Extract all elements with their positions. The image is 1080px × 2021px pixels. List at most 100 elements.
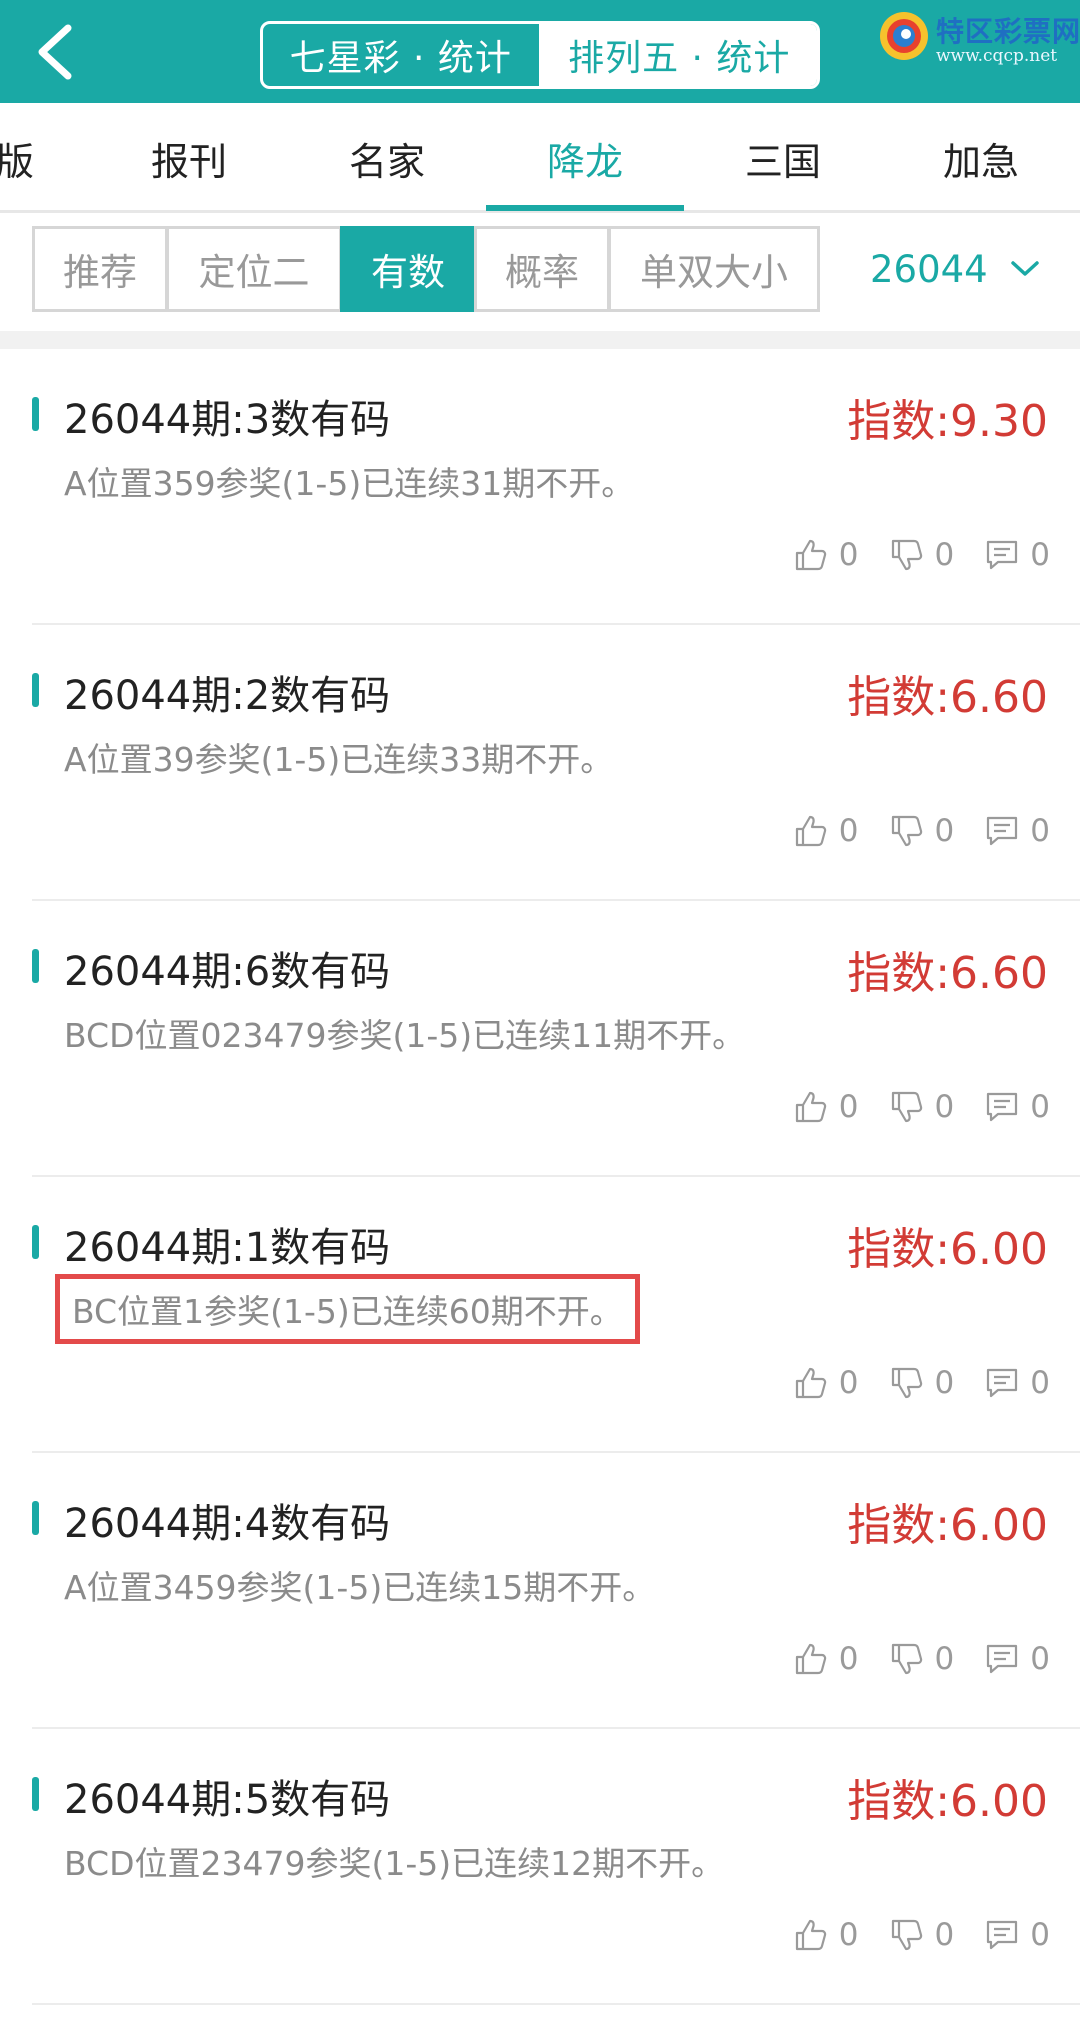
like-button[interactable]: 0 — [793, 1365, 859, 1401]
dislike-button[interactable]: 0 — [889, 1365, 955, 1401]
dislike-count: 0 — [934, 1365, 955, 1401]
list-item[interactable]: 26044期:1数有码 指数:6.00 BC位置1参奖(1-5)已连续60期不开… — [32, 1177, 1080, 1453]
comment-button[interactable]: 0 — [984, 1917, 1050, 1953]
list-item[interactable]: 26044期:4数有码 指数:6.00 A位置3459参奖(1-5)已连续15期… — [32, 1453, 1080, 1729]
comment-count: 0 — [1030, 1917, 1050, 1953]
dislike-count: 0 — [934, 813, 955, 849]
comment-icon — [987, 1368, 1018, 1398]
tab-baokan[interactable]: 报刊 — [90, 103, 288, 213]
comment-icon — [987, 540, 1018, 570]
dislike-button[interactable]: 0 — [889, 1089, 955, 1125]
segment-pailiewu[interactable]: 排列五 · 统计 — [541, 24, 817, 86]
title-accent-bar — [32, 1777, 39, 1811]
filter-youshu[interactable]: 有数 — [340, 226, 476, 312]
index-value: 指数:6.00 — [847, 1500, 1048, 1551]
card-title: 26044期:4数有码 — [64, 1501, 391, 1547]
comment-button[interactable]: 0 — [984, 1089, 1050, 1125]
lottery-switcher: 七星彩 · 统计 排列五 · 统计 — [260, 21, 820, 89]
card-actions: 0 0 0 — [763, 1917, 1050, 1953]
index-value: 指数:6.00 — [847, 1224, 1048, 1275]
comment-icon — [987, 1092, 1018, 1122]
card-actions: 0 0 0 — [763, 537, 1050, 573]
like-count: 0 — [838, 1917, 859, 1953]
issue-dropdown[interactable]: 26044 — [870, 226, 1040, 312]
thumbs-up-icon — [795, 1091, 826, 1123]
like-button[interactable]: 0 — [793, 1917, 859, 1953]
thumbs-up-icon — [795, 1367, 826, 1399]
tab-jiaji[interactable]: 加急 — [882, 103, 1080, 213]
card-description: A位置39参奖(1-5)已连续33期不开。 — [64, 740, 614, 779]
tab-xianglong[interactable]: 降龙 — [486, 103, 684, 213]
comment-button[interactable]: 0 — [984, 537, 1050, 573]
filter-bar: 推荐 定位二 有数 概率 单双大小 26044 — [0, 213, 1080, 331]
thumbs-down-icon — [891, 1919, 922, 1951]
comment-button[interactable]: 0 — [984, 1365, 1050, 1401]
card-actions: 0 0 0 — [763, 1641, 1050, 1677]
like-count: 0 — [838, 813, 859, 849]
filter-gailv[interactable]: 概率 — [474, 226, 610, 312]
card-title: 26044期:5数有码 — [64, 1777, 391, 1823]
thumbs-up-icon — [795, 1643, 826, 1675]
like-count: 0 — [838, 1365, 859, 1401]
title-accent-bar — [32, 397, 39, 431]
segment-qixingcai[interactable]: 七星彩 · 统计 — [263, 24, 542, 86]
thumbs-up-icon — [795, 1919, 826, 1951]
comment-count: 0 — [1030, 1089, 1050, 1125]
card-title: 26044期:2数有码 — [64, 673, 391, 719]
card-description: BCD位置023479参奖(1-5)已连续11期不开。 — [64, 1016, 746, 1055]
list-item[interactable]: 26044期:3数有码 指数:9.30 A位置359参奖(1-5)已连续31期不… — [32, 349, 1080, 625]
section-divider — [0, 331, 1080, 349]
like-button[interactable]: 0 — [793, 1089, 859, 1125]
card-description: A位置359参奖(1-5)已连续31期不开。 — [64, 464, 635, 503]
like-button[interactable]: 0 — [793, 813, 859, 849]
logo-swirl-icon — [880, 12, 928, 60]
recommendation-list: 26044期:3数有码 指数:9.30 A位置359参奖(1-5)已连续31期不… — [0, 349, 1080, 2005]
dislike-button[interactable]: 0 — [889, 1917, 955, 1953]
index-value: 指数:6.00 — [847, 1776, 1048, 1827]
dislike-count: 0 — [934, 1641, 955, 1677]
issue-number: 26044 — [870, 247, 988, 291]
thumbs-down-icon — [891, 815, 922, 847]
category-tabs: 版 报刊 名家 降龙 三国 加急 — [0, 103, 1080, 213]
like-count: 0 — [838, 1089, 859, 1125]
card-description-highlighted: BC位置1参奖(1-5)已连续60期不开。 — [55, 1274, 640, 1344]
filter-dingweier[interactable]: 定位二 — [166, 226, 342, 312]
like-count: 0 — [838, 537, 859, 573]
filter-tuijian[interactable]: 推荐 — [32, 226, 168, 312]
dislike-count: 0 — [934, 537, 955, 573]
dislike-button[interactable]: 0 — [889, 537, 955, 573]
tab-sanguo[interactable]: 三国 — [684, 103, 882, 213]
comment-icon — [987, 1644, 1018, 1674]
tab-mingjia[interactable]: 名家 — [288, 103, 486, 213]
card-title: 26044期:1数有码 — [64, 1225, 391, 1271]
index-value: 指数:6.60 — [847, 672, 1048, 723]
card-title: 26044期:3数有码 — [64, 397, 391, 443]
comment-button[interactable]: 0 — [984, 1641, 1050, 1677]
like-button[interactable]: 0 — [793, 1641, 859, 1677]
dislike-count: 0 — [934, 1089, 955, 1125]
dislike-button[interactable]: 0 — [889, 1641, 955, 1677]
filter-danshuangdaxiao[interactable]: 单双大小 — [608, 226, 820, 312]
back-arrow-icon[interactable] — [28, 22, 88, 82]
thumbs-down-icon — [891, 1091, 922, 1123]
list-item[interactable]: 26044期:2数有码 指数:6.60 A位置39参奖(1-5)已连续33期不开… — [32, 625, 1080, 901]
card-description: A位置3459参奖(1-5)已连续15期不开。 — [64, 1568, 656, 1607]
comment-button[interactable]: 0 — [984, 813, 1050, 849]
dislike-button[interactable]: 0 — [889, 813, 955, 849]
card-actions: 0 0 0 — [763, 813, 1050, 849]
list-item[interactable]: 26044期:6数有码 指数:6.60 BCD位置023479参奖(1-5)已连… — [32, 901, 1080, 1177]
card-actions: 0 0 0 — [763, 1365, 1050, 1401]
index-value: 指数:6.60 — [847, 948, 1048, 999]
list-item[interactable]: 26044期:5数有码 指数:6.00 BCD位置23479参奖(1-5)已连续… — [32, 1729, 1080, 2005]
title-accent-bar — [32, 1225, 39, 1259]
thumbs-up-icon — [795, 815, 826, 847]
like-button[interactable]: 0 — [793, 537, 859, 573]
chevron-down-icon — [1010, 261, 1039, 276]
dislike-count: 0 — [934, 1917, 955, 1953]
title-accent-bar — [32, 1501, 39, 1535]
comment-icon — [987, 1920, 1018, 1950]
site-logo: 特区彩票网 www.cqcp.net — [878, 8, 1080, 70]
active-tab-indicator — [486, 205, 684, 211]
index-value: 指数:9.30 — [847, 396, 1048, 447]
like-count: 0 — [838, 1641, 859, 1677]
